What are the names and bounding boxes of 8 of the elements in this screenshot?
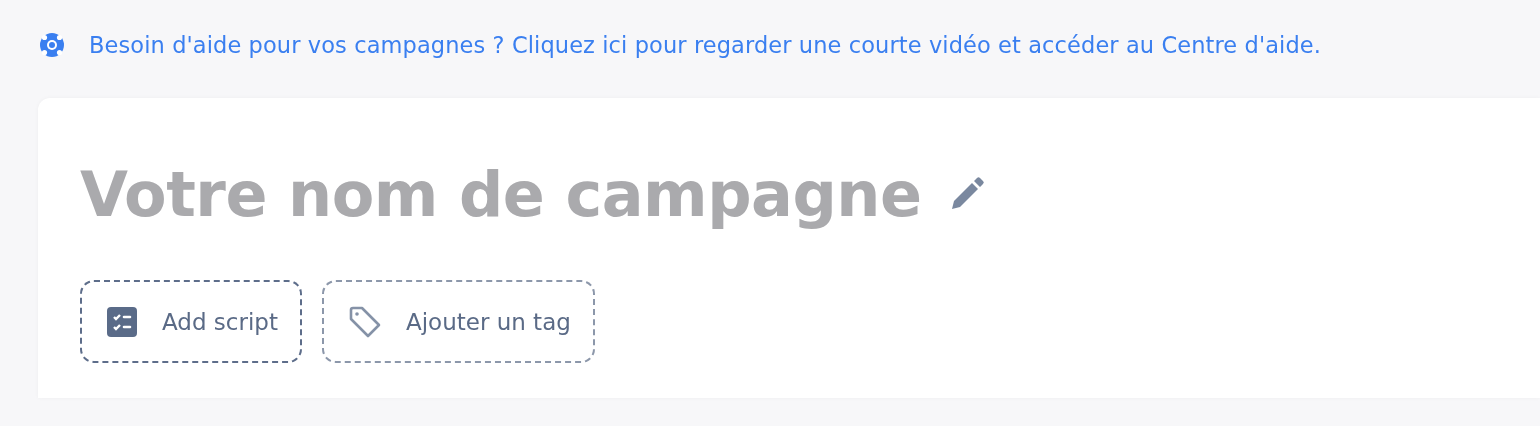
add-script-button[interactable]: Add script [80,280,302,363]
help-link[interactable]: Besoin d'aide pour vos campagnes ? Cliquez ici pour regarder une courte vidéo et accéder au Centre d'aide. [89,32,1321,58]
tag-icon [347,304,382,339]
campaign-title: Votre nom de campagne [80,157,922,231]
checklist-icon [106,305,138,338]
lifebuoy-icon [39,32,65,58]
add-tag-button[interactable]: Ajouter un tag [321,280,595,363]
pencil-icon[interactable] [949,176,986,212]
